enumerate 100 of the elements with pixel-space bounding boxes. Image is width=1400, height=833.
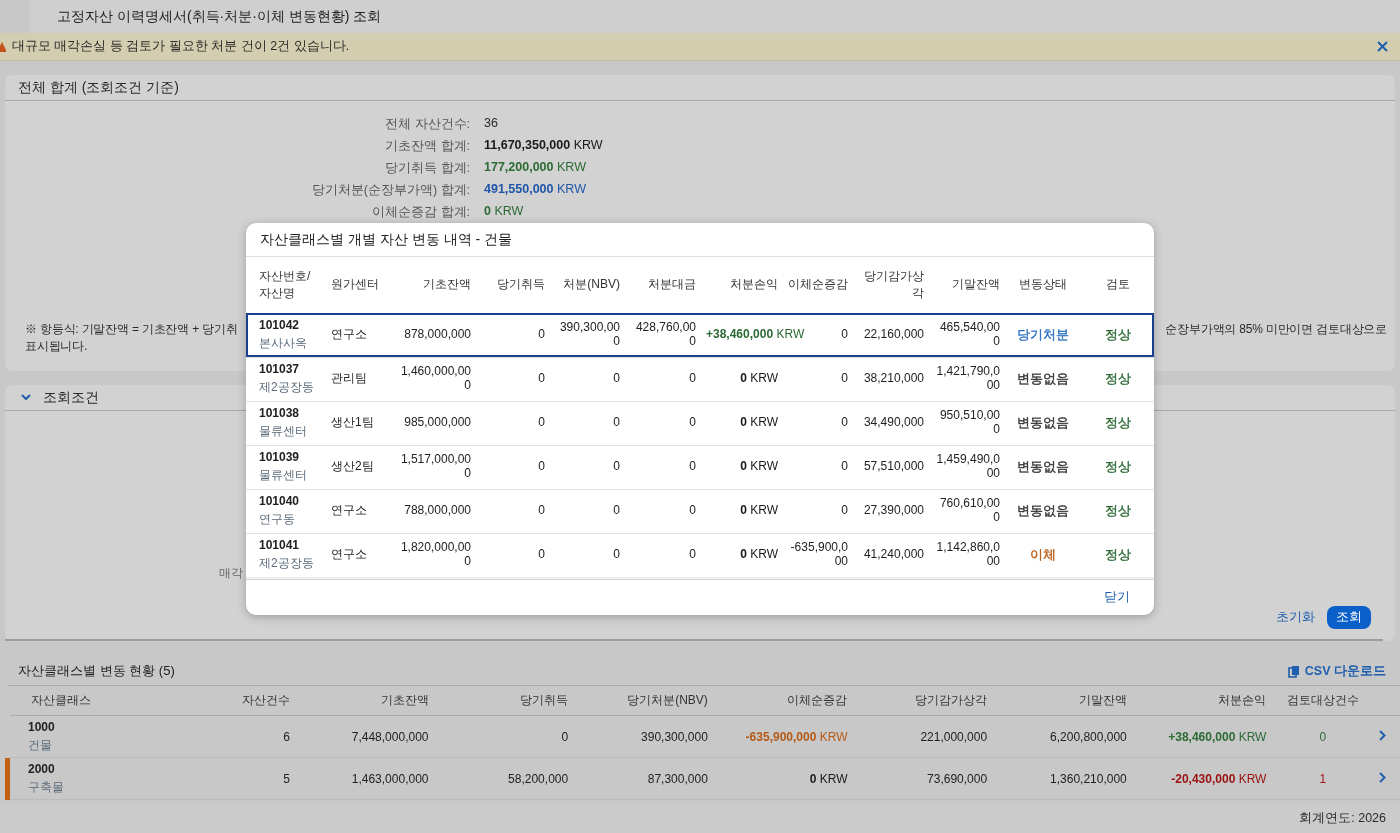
close-button[interactable]: 닫기 — [1104, 589, 1130, 606]
column-header: 원가센터 — [331, 277, 379, 292]
table-cell: 1,517,000,000 — [400, 452, 471, 480]
table-cell: 41,240,000 — [863, 547, 924, 562]
review-status: 정상 — [1104, 327, 1131, 342]
review-count: 0 — [1319, 729, 1327, 744]
summary-label: 이체순증감 합계: — [371, 204, 470, 221]
status-text: 이체 — [1030, 547, 1056, 562]
reset-button[interactable]: 초기화 — [1276, 609, 1315, 626]
table-cell: 0 — [689, 503, 696, 518]
table-cell: 390,300,000 — [641, 729, 708, 744]
column-header: 검토 — [1105, 277, 1130, 292]
table-cell: 1,459,490,000 — [936, 452, 1000, 480]
table-cell: 34,490,000 — [863, 415, 924, 430]
table-cell: 0 — [561, 729, 569, 744]
asset-number: 101042 — [259, 319, 301, 333]
warning-icon — [0, 41, 6, 52]
close-icon[interactable] — [1377, 41, 1388, 52]
chevron-right-icon[interactable] — [1379, 729, 1387, 741]
column-header: 변동상태 — [1019, 277, 1067, 292]
table-cell: 87,300,000 — [647, 771, 708, 786]
class-cell: 1000 건물 — [7, 715, 234, 758]
amount-cell: 0 KRW — [809, 771, 848, 786]
summary-label: 당기처분(순장부가액) 합계: — [310, 182, 470, 199]
table-cell: 788,000,000 — [404, 503, 471, 518]
note-text: 순장부가액의 85% 미만이면 검토대상으로 — [1165, 321, 1387, 338]
column-header: 당기감가상각 — [864, 268, 924, 300]
table-cell: 1,460,000,000 — [400, 364, 471, 392]
section-title: 조회조건 — [43, 388, 99, 407]
table-cell: 0 — [841, 415, 848, 430]
asset-name: 물류센터 — [259, 425, 308, 439]
fiscal-year: 회계연도: 2026 — [1299, 809, 1386, 827]
column-header: 처분손익 — [730, 277, 778, 292]
amount-cell: 0 KRW — [740, 371, 778, 386]
table-cell: 985,000,000 — [404, 415, 471, 430]
summary-label: 기초잔액 합계: — [384, 138, 470, 155]
review-status: 정상 — [1104, 459, 1131, 474]
table-cell: 관리팀 — [331, 371, 367, 386]
amount-cell: +38,460,000 KRW — [706, 327, 805, 342]
column-header: 자산건수 — [241, 693, 290, 707]
table-cell: 0 — [538, 547, 545, 562]
column-header: 이체순증감 — [787, 693, 848, 707]
amount-cell: 0 KRW — [740, 547, 778, 562]
search-button[interactable]: 조회 — [1327, 606, 1371, 629]
asset-number: 101039 — [259, 451, 301, 465]
table-cell: 22,160,000 — [863, 327, 924, 342]
table-cell: 1,820,000,000 — [400, 540, 471, 568]
column-header: 이체순증감 — [788, 277, 848, 292]
table-cell: 생산1팀 — [331, 415, 374, 430]
table-cell: 0 — [538, 503, 545, 518]
table-cell: 연구소 — [331, 547, 367, 562]
column-header: 처분대금 — [648, 277, 696, 292]
review-status: 정상 — [1104, 503, 1131, 518]
section-title: 전체 합계 (조회조건 기준) — [18, 78, 179, 97]
review-count: 1 — [1319, 771, 1327, 786]
column-header: 기말잔액 — [952, 277, 1000, 292]
asset-row[interactable]: 101041 제2공장동 연구소 1,820,000,000 0 0 0 0 KRW -635,900,000 41,240,000 1,142,860,000 이체 정상 — [246, 533, 1154, 577]
note-text: 표시됩니다. — [25, 338, 88, 355]
amount-cell: 0 KRW — [740, 459, 778, 474]
column-header: 검토대상건수 — [1286, 693, 1359, 707]
column-header: 당기취득 — [497, 277, 545, 292]
table-cell: 0 — [613, 503, 620, 518]
table-cell: 0 — [613, 371, 620, 386]
chevron-icon[interactable] — [21, 394, 31, 401]
table-cell: 연구소 — [331, 327, 367, 342]
table-cell: 0 — [689, 459, 696, 474]
field-label: 매각 — [219, 565, 243, 582]
table-cell: 0 — [841, 327, 848, 342]
summary-value: 491,550,000 KRW — [484, 182, 587, 198]
document-icon — [1287, 664, 1300, 678]
section-title: 자산클래스별 변동 현황 (5) — [18, 662, 175, 680]
table-cell: 221,000,000 — [920, 729, 988, 744]
summary-value: 36 — [484, 116, 499, 132]
table-cell: 0 — [689, 371, 696, 386]
table-cell: 1,463,000,000 — [351, 771, 429, 786]
table-cell: 0 — [613, 547, 620, 562]
table-cell: 1,142,860,000 — [936, 540, 1000, 568]
asset-row[interactable]: 101038 물류센터 생산1팀 985,000,000 0 0 0 0 KRW 0 34,490,000 950,510,000 변동없음 정상 — [246, 401, 1154, 445]
table-cell: 58,200,000 — [508, 771, 569, 786]
amount-cell: +38,460,000 KRW — [1168, 729, 1267, 744]
csv-download-button[interactable]: CSV 다운로드 — [1281, 661, 1392, 681]
table-cell: 0 — [841, 459, 848, 474]
asset-row[interactable]: 101040 연구동 연구소 788,000,000 0 0 0 0 KRW 0 27,390,000 760,610,000 변동없음 정상 — [246, 489, 1154, 533]
table-cell: 1,421,790,000 — [936, 364, 1000, 392]
column-header: 당기처분(NBV) — [627, 693, 708, 707]
status-text: 변동없음 — [1017, 371, 1069, 386]
column-header: 당기감가상각 — [915, 693, 988, 707]
table-cell: 27,390,000 — [863, 503, 924, 518]
table-cell: 390,300,000 — [559, 320, 620, 348]
chevron-right-icon[interactable] — [1379, 771, 1387, 783]
asset-row[interactable]: 101039 물류센터 생산2팀 1,517,000,000 0 0 0 0 KRW 0 57,510,000 1,459,490,000 변동없음 정상 — [246, 445, 1154, 489]
summary-value: 177,200,000 KRW — [484, 160, 587, 176]
table-cell: 0 — [841, 371, 848, 386]
asset-row[interactable]: 101037 제2공장동 관리팀 1,460,000,000 0 0 0 0 KRW 0 38,210,000 1,421,790,000 변동없음 정상 — [246, 357, 1154, 401]
amount-cell: 0 KRW — [740, 503, 778, 518]
asset-number: 101038 — [259, 407, 301, 421]
table-cell: 생산2팀 — [331, 459, 374, 474]
table-cell: 7,448,000,000 — [351, 729, 429, 744]
table-cell: 760,610,000 — [939, 496, 1000, 524]
column-header: 기말잔액 — [1078, 693, 1127, 707]
